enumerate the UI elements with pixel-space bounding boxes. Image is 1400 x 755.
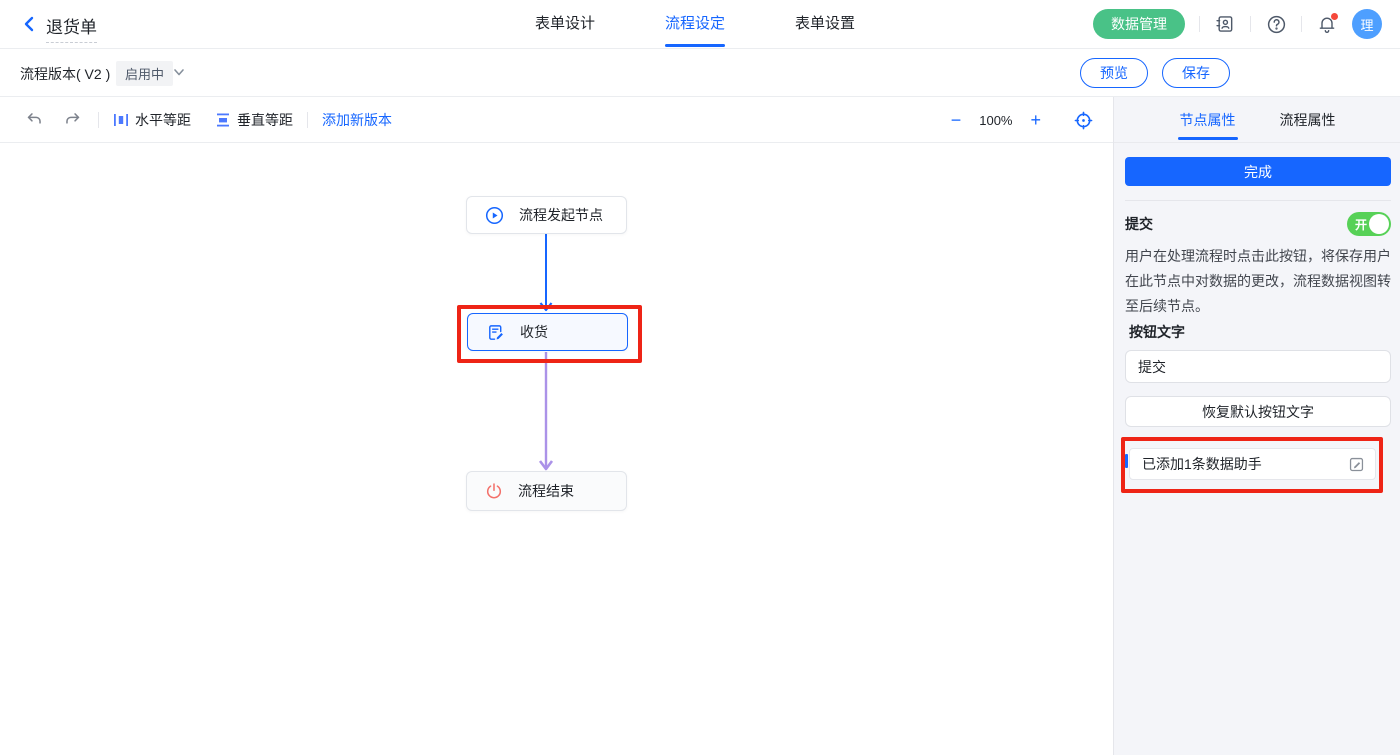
divider: [1250, 16, 1251, 32]
save-button[interactable]: 保存: [1162, 58, 1230, 88]
status-badge: 启用中: [116, 61, 173, 86]
submit-setting-row: 提交 开: [1125, 212, 1391, 236]
horizontal-distribute-button[interactable]: 水平等距: [113, 110, 191, 130]
connector-receive-to-end: [536, 352, 556, 472]
complete-button[interactable]: 完成: [1125, 157, 1391, 186]
flow-node-receive[interactable]: 收货: [467, 313, 628, 351]
canvas-toolbar: 水平等距 垂直等距 添加新版本 − 100% +: [0, 97, 1113, 143]
restore-default-button[interactable]: 恢复默认按钮文字: [1125, 396, 1391, 427]
connector-start-to-receive: [536, 233, 556, 313]
locate-center-button[interactable]: [1071, 108, 1095, 132]
divider: [307, 112, 308, 128]
back-button[interactable]: [18, 13, 40, 35]
flow-node-start[interactable]: 流程发起节点: [466, 196, 627, 234]
page-title[interactable]: 退货单: [46, 13, 97, 43]
redo-button[interactable]: [60, 108, 84, 132]
submit-toggle[interactable]: 开: [1347, 212, 1391, 236]
flow-node-end[interactable]: 流程结束: [466, 471, 627, 511]
data-assistant-row[interactable]: 已添加1条数据助手: [1129, 448, 1376, 480]
chevron-left-icon: [20, 15, 38, 33]
toggle-on-label: 开: [1355, 216, 1367, 233]
notification-dot: [1331, 13, 1338, 20]
zoom-out-button[interactable]: −: [951, 111, 962, 129]
chevron-down-icon[interactable]: [172, 65, 186, 84]
zoom-controls: − 100% +: [951, 97, 1095, 143]
zoom-in-button[interactable]: +: [1030, 111, 1041, 129]
button-text-label: 按钮文字: [1129, 322, 1391, 342]
main-tabs: 表单设计 流程设定 表单设置: [500, 0, 890, 48]
zoom-level: 100%: [979, 113, 1012, 128]
data-assistant-label: 已添加1条数据助手: [1142, 454, 1262, 474]
redo-icon: [64, 111, 81, 128]
vertical-distribute-button[interactable]: 垂直等距: [215, 110, 293, 130]
tab-node-properties[interactable]: 节点属性: [1180, 97, 1236, 143]
version-actions: 预览 保存: [1080, 58, 1230, 88]
flow-node-label: 流程发起节点: [519, 205, 603, 225]
tab-flow-properties[interactable]: 流程属性: [1280, 97, 1336, 143]
divider: [1301, 16, 1302, 32]
submit-description: 用户在处理流程时点击此按钮，将保存用户在此节点中对数据的更改，流程数据视图转至后…: [1125, 244, 1391, 319]
toggle-knob: [1369, 214, 1389, 234]
divider: [98, 112, 99, 128]
flow-node-label: 流程结束: [518, 481, 574, 501]
header-right-controls: 数据管理: [1093, 0, 1382, 48]
horizontal-distribute-label: 水平等距: [135, 110, 191, 130]
contacts-book-icon[interactable]: [1214, 13, 1236, 35]
play-circle-icon: [485, 206, 504, 225]
notification-bell-icon[interactable]: [1316, 13, 1338, 35]
power-icon: [485, 482, 503, 500]
help-icon[interactable]: [1265, 13, 1287, 35]
add-new-version-button[interactable]: 添加新版本: [322, 110, 392, 130]
button-text-input[interactable]: [1125, 350, 1391, 383]
section-accent-bar: [1125, 454, 1128, 468]
form-edit-icon: [486, 323, 505, 342]
tab-form-design[interactable]: 表单设计: [535, 0, 595, 48]
preview-button[interactable]: 预览: [1080, 58, 1148, 88]
avatar[interactable]: 理: [1352, 9, 1382, 39]
vertical-distribute-label: 垂直等距: [237, 110, 293, 130]
undo-icon: [26, 111, 43, 128]
edit-icon: [1348, 456, 1365, 473]
divider: [1125, 200, 1391, 201]
properties-panel: 节点属性 流程属性 完成 提交 开 用户在处理流程时点击此按钮，将保存用户在此节…: [1113, 97, 1400, 755]
panel-tabs: 节点属性 流程属性: [1114, 97, 1400, 143]
flow-node-label: 收货: [520, 322, 548, 342]
tab-form-setting[interactable]: 表单设置: [795, 0, 855, 48]
data-manage-button[interactable]: 数据管理: [1093, 9, 1185, 39]
version-bar: 流程版本( V2 ) 启用中 预览 保存: [0, 49, 1400, 97]
flow-canvas[interactable]: 流程发起节点 收货 流程结束: [0, 143, 1113, 755]
crosshair-icon: [1074, 111, 1093, 130]
undo-button[interactable]: [22, 108, 46, 132]
divider: [1199, 16, 1200, 32]
app-root: 退货单 表单设计 流程设定 表单设置 数据管理: [0, 0, 1400, 755]
vertical-distribute-icon: [215, 112, 231, 128]
version-label: 流程版本( V2 ): [20, 64, 110, 84]
top-header: 退货单 表单设计 流程设定 表单设置 数据管理: [0, 0, 1400, 49]
panel-body: 完成 提交 开 用户在处理流程时点击此按钮，将保存用户在此节点中对数据的更改，流…: [1125, 143, 1391, 471]
tab-flow-setting[interactable]: 流程设定: [665, 0, 725, 48]
submit-label: 提交: [1125, 214, 1153, 234]
horizontal-distribute-icon: [113, 112, 129, 128]
